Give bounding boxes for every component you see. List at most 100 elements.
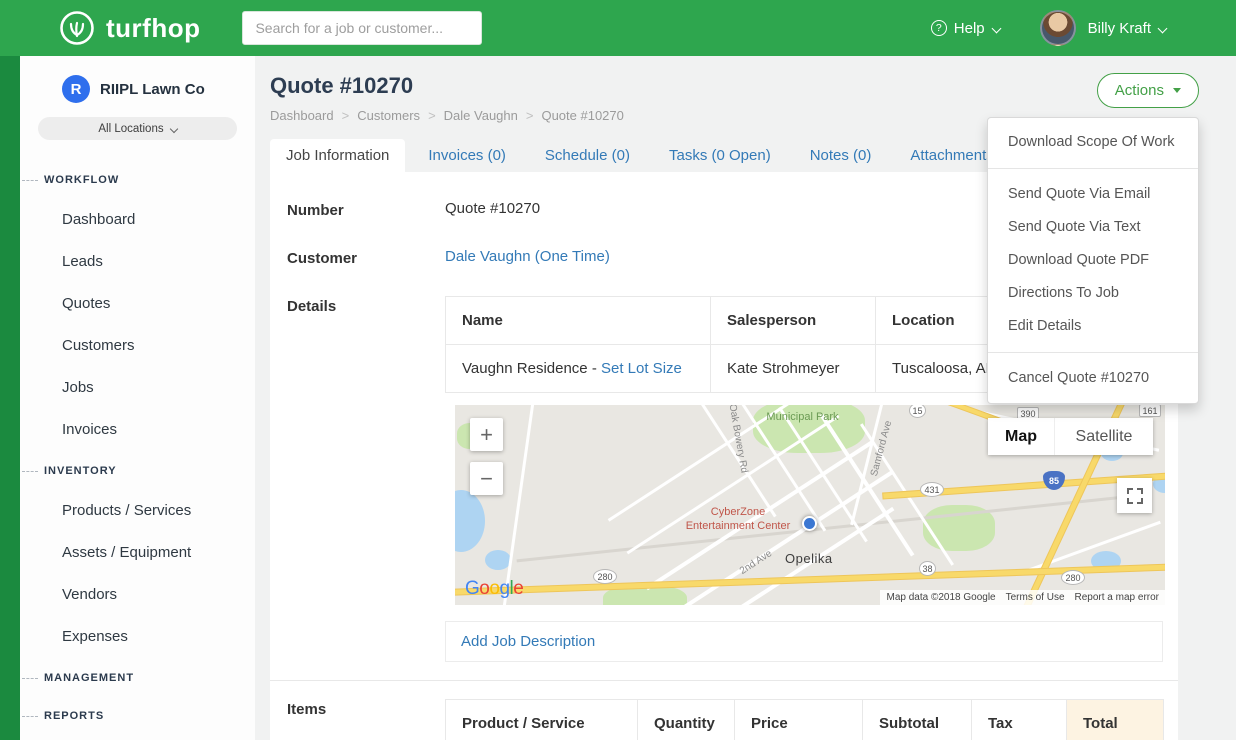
menu-item-cancel-quote[interactable]: Cancel Quote #10270 [988, 362, 1198, 395]
items-label: Items [287, 699, 445, 740]
tab-invoices[interactable]: Invoices (0) [412, 139, 522, 172]
set-lot-size-link[interactable]: Set Lot Size [601, 360, 682, 377]
tab-job-information[interactable]: Job Information [270, 139, 405, 172]
map-data-text: Map data ©2018 Google [886, 592, 995, 603]
menu-divider [988, 352, 1198, 353]
route-shield-280: 280 [1061, 570, 1085, 585]
map-label-2nd-ave: 2nd Ave [738, 548, 774, 577]
terms-of-use-link[interactable]: Terms of Use [1006, 592, 1065, 603]
items-header-subtotal: Subtotal [863, 700, 972, 740]
job-name: Vaughn Residence - [462, 360, 601, 377]
user-menu[interactable]: Billy Kraft [1088, 20, 1166, 37]
sidebar-item-vendors[interactable]: Vendors [20, 574, 255, 616]
zoom-in-button[interactable] [470, 418, 503, 451]
brand[interactable]: turfhop [58, 9, 200, 47]
job-location-map[interactable]: Municipal Park CyberZone Entertainment C… [455, 405, 1165, 605]
section-inventory: INVENTORY [20, 465, 255, 477]
sidebar-item-assets-equipment[interactable]: Assets / Equipment [20, 532, 255, 574]
sidebar-item-invoices[interactable]: Invoices [20, 409, 255, 451]
tab-notes[interactable]: Notes (0) [794, 139, 888, 172]
interstate-shield-85: 85 [1043, 471, 1065, 490]
map-marker-icon[interactable] [802, 516, 817, 531]
menu-item-download-scope-of-work[interactable]: Download Scope Of Work [988, 126, 1198, 159]
global-search-input[interactable] [242, 11, 482, 45]
details-label: Details [287, 296, 445, 662]
sidebar-nav: WORKFLOW Dashboard Leads Quotes Customer… [20, 174, 255, 722]
items-header-tax: Tax [972, 700, 1067, 740]
brand-name: turfhop [106, 13, 200, 44]
turfhop-logo-icon [58, 9, 96, 47]
company-name: RIIPL Lawn Co [100, 81, 205, 98]
map-type-satellite-button[interactable]: Satellite [1054, 418, 1153, 455]
sidebar-item-leads[interactable]: Leads [20, 241, 255, 283]
sidebar-item-dashboard[interactable]: Dashboard [20, 199, 255, 241]
report-map-error-link[interactable]: Report a map error [1075, 592, 1159, 603]
breadcrumb-customers[interactable]: Customers [334, 108, 420, 123]
help-icon [931, 20, 947, 36]
sidebar: R RIIPL Lawn Co All Locations WORKFLOW D… [20, 56, 255, 740]
add-job-description-link[interactable]: Add Job Description [461, 633, 595, 650]
actions-button[interactable]: Actions [1097, 73, 1199, 108]
route-shield-15: 15 [909, 405, 926, 418]
breadcrumb-dashboard[interactable]: Dashboard [270, 108, 334, 123]
menu-item-directions-to-job[interactable]: Directions To Job [988, 277, 1198, 310]
help-menu[interactable]: Help [931, 20, 1000, 37]
map-attribution: Map data ©2018 Google Terms of Use Repor… [880, 590, 1165, 605]
company-logo: R [62, 75, 90, 103]
route-shield-431: 431 [920, 482, 944, 497]
chevron-down-icon [991, 23, 1001, 33]
section-workflow: WORKFLOW [20, 174, 255, 186]
items-table: Product / Service Quantity Price Subtota… [445, 699, 1164, 740]
fullscreen-icon [1127, 488, 1143, 504]
section-reports: REPORTS [20, 710, 255, 722]
section-management: MANAGEMENT [20, 672, 255, 684]
page-title: Quote #10270 [270, 73, 1236, 99]
details-header-name: Name [446, 297, 711, 345]
menu-item-send-quote-via-email[interactable]: Send Quote Via Email [988, 178, 1198, 211]
sidebar-item-products-services[interactable]: Products / Services [20, 490, 255, 532]
section-divider [270, 680, 1178, 681]
items-header-quantity: Quantity [638, 700, 735, 740]
number-value: Quote #10270 [445, 200, 540, 219]
company-header: R RIIPL Lawn Co [20, 56, 255, 103]
tab-schedule[interactable]: Schedule (0) [529, 139, 646, 172]
locations-label: All Locations [98, 123, 163, 135]
number-label: Number [287, 200, 445, 219]
items-header-total: Total [1067, 700, 1164, 740]
details-header-salesperson: Salesperson [711, 297, 876, 345]
map-label-cyberzone: CyberZone Entertainment Center [677, 505, 799, 533]
locations-selector[interactable]: All Locations [38, 117, 237, 140]
user-name: Billy Kraft [1088, 20, 1151, 37]
help-label: Help [954, 20, 985, 37]
left-accent-strip [0, 56, 20, 740]
sidebar-item-expenses[interactable]: Expenses [20, 616, 255, 658]
customer-label: Customer [287, 248, 445, 267]
menu-item-send-quote-via-text[interactable]: Send Quote Via Text [988, 211, 1198, 244]
map-label-opelika: Opelika [785, 551, 833, 566]
items-header-product-service: Product / Service [446, 700, 638, 740]
route-shield-280: 280 [593, 569, 617, 584]
customer-link[interactable]: Dale Vaughn [445, 248, 531, 265]
sidebar-item-customers[interactable]: Customers [20, 325, 255, 367]
route-shield-161: 161 [1139, 405, 1161, 417]
sidebar-item-quotes[interactable]: Quotes [20, 283, 255, 325]
route-shield-38: 38 [919, 561, 936, 576]
menu-item-download-quote-pdf[interactable]: Download Quote PDF [988, 244, 1198, 277]
sidebar-item-jobs[interactable]: Jobs [20, 367, 255, 409]
items-header-price: Price [735, 700, 863, 740]
top-bar: turfhop Help Billy Kraft [0, 0, 1236, 56]
customer-type-link[interactable]: (One Time) [535, 248, 610, 265]
menu-item-edit-details[interactable]: Edit Details [988, 310, 1198, 343]
breadcrumb-customer[interactable]: Dale Vaughn [420, 108, 518, 123]
tab-tasks[interactable]: Tasks (0 Open) [653, 139, 787, 172]
chevron-down-icon [169, 124, 177, 132]
caret-down-icon [1173, 88, 1181, 93]
google-logo[interactable]: Google [465, 578, 523, 600]
zoom-out-button[interactable] [470, 462, 503, 495]
actions-dropdown-menu: Download Scope Of Work Send Quote Via Em… [987, 117, 1199, 404]
user-avatar[interactable] [1040, 10, 1076, 46]
main-content: Quote #10270 DashboardCustomersDale Vaug… [255, 56, 1236, 740]
map-type-map-button[interactable]: Map [988, 418, 1054, 455]
job-description-box: Add Job Description [445, 621, 1163, 662]
fullscreen-button[interactable] [1117, 478, 1152, 513]
